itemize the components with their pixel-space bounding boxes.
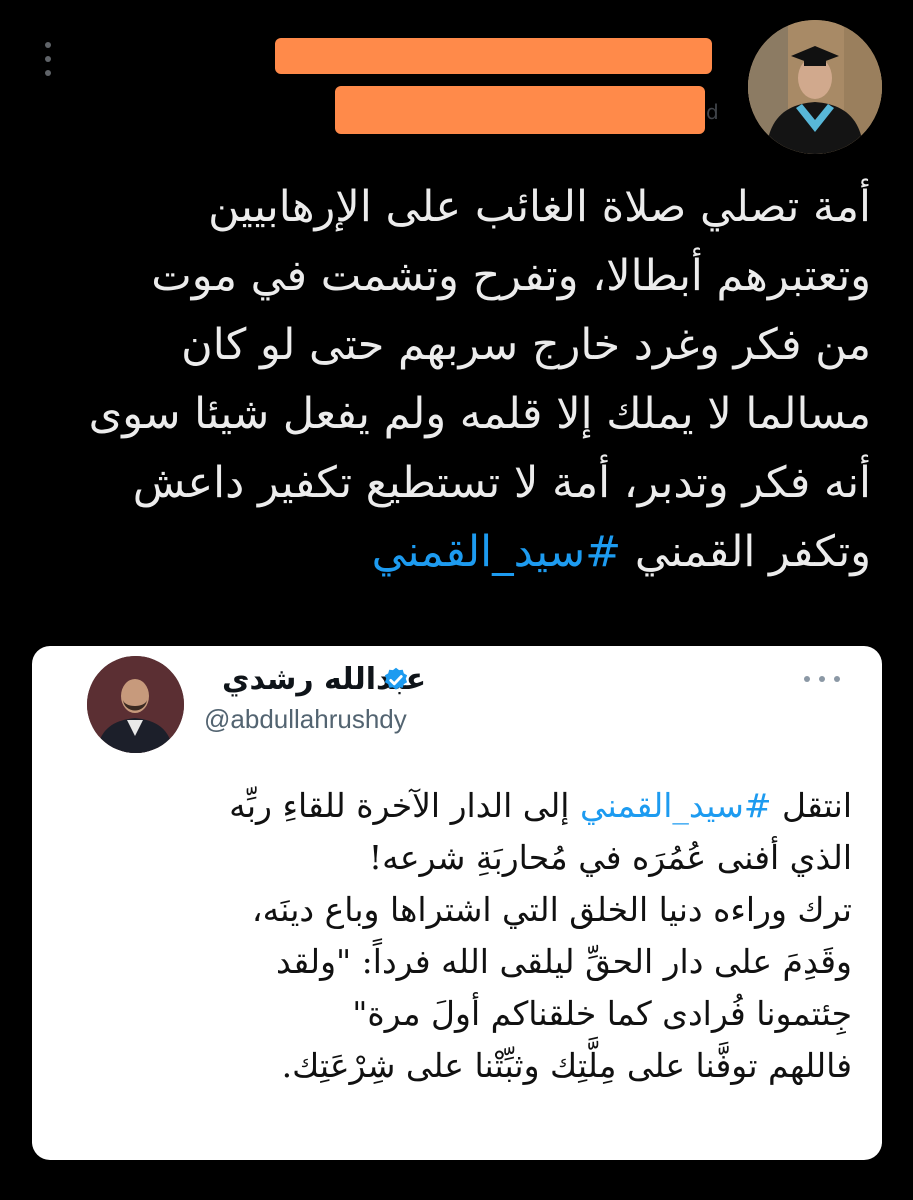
hashtag-link[interactable]: #سيد_القمني (372, 527, 622, 577)
tweet-line-last: وتكفر القمني #سيد_القمني (31, 518, 871, 587)
quote-line: فاللهم توفَّنا على مِلَّتِك وثبِّتْنا عل… (281, 1046, 852, 1085)
quote-line: وقَدِمَ على دار الحقِّ ليلقى الله فرداً:… (276, 942, 852, 981)
quoted-more-icon[interactable] (804, 674, 840, 684)
quote-hashtag-link[interactable]: #سيد_القمني (580, 786, 772, 825)
portrait-icon (87, 656, 184, 753)
redacted-handle-bar (335, 86, 705, 134)
tweet-line: أنه فكر وتدبر، أمة لا تستطيع تكفير داعش (132, 458, 871, 508)
quote-line: ترك وراءه دنيا الخلق التي اشتراها وباع د… (251, 890, 852, 929)
tweet-line: مسالما لا يملك إلا قلمه ولم يفعل شيئا سو… (88, 389, 871, 439)
quote-line-end: إلى الدار الآخرة للقاءِ ربِّه (229, 786, 570, 825)
quote-line-first: انتقل #سيد_القمني إلى الدار الآخرة للقاء… (52, 780, 852, 832)
tweet-line: من فكر وغرد خارج سربهم حتى لو كان (181, 320, 871, 370)
quoted-tweet-text: انتقل #سيد_القمني إلى الدار الآخرة للقاء… (52, 780, 852, 1092)
tweet-line-text: وتكفر القمني (634, 527, 871, 577)
verified-badge-icon (384, 667, 408, 690)
graduation-portrait-icon (748, 20, 882, 154)
author-avatar[interactable] (748, 20, 882, 154)
more-options-icon[interactable] (38, 42, 58, 76)
redacted-name-bar (275, 38, 712, 74)
tweet-line: وتعتبرهم أبطالا، وتفرح وتشمت في موت (151, 251, 871, 301)
tweet-text: أمة تصلي صلاة الغائب على الإرهابيين وتعت… (31, 173, 871, 587)
quoted-tweet-card[interactable]: عبدالله رشدي @abdullahrushdy انتقل #سيد_… (32, 646, 882, 1160)
quote-line-start: انتقل (782, 786, 852, 825)
quote-line: جِئتمونا فُرادى كما خلقناكم أولَ مرة" (352, 994, 852, 1033)
quote-line: الذي أفنى عُمُرَه في مُحاربَةِ شرعه! (368, 838, 852, 877)
tweet-line: أمة تصلي صلاة الغائب على الإرهابيين (208, 182, 871, 232)
quoted-author-avatar[interactable] (87, 656, 184, 753)
header-fragment: d (706, 100, 719, 124)
quoted-handle[interactable]: @abdullahrushdy (204, 704, 407, 735)
